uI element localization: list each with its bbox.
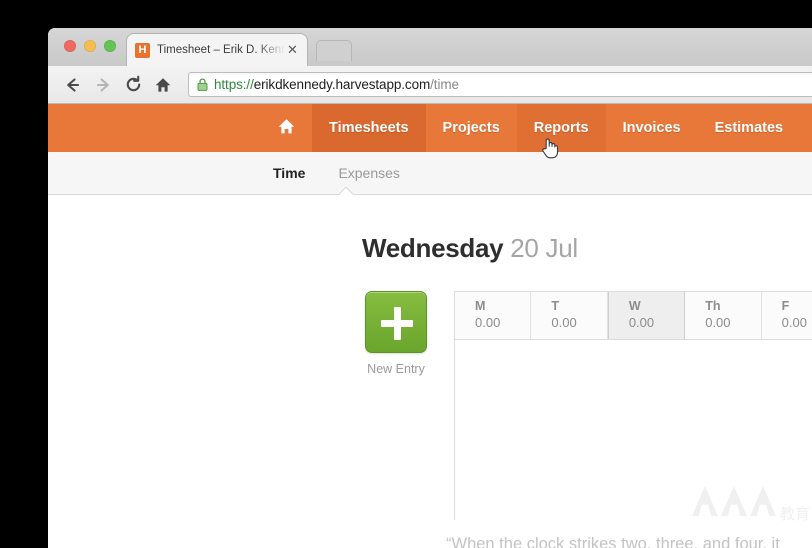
nav-item-timesheets[interactable]: Timesheets bbox=[312, 104, 426, 152]
address-bar[interactable]: https://erikdkennedy.harvestapp.com/time bbox=[188, 72, 812, 97]
day-tab-hours: 0.00 bbox=[629, 314, 684, 331]
url-host: erikdkennedy.harvestapp.com bbox=[254, 77, 430, 92]
url-path: /time bbox=[430, 77, 459, 92]
nav-item-home[interactable] bbox=[261, 104, 312, 152]
day-tab-hours: 0.00 bbox=[705, 314, 760, 331]
browser-tab-title: Timesheet – Erik D. Kenned bbox=[157, 44, 285, 56]
active-tab-caret-icon bbox=[338, 186, 354, 195]
nav-item-label: Projects bbox=[443, 120, 500, 136]
new-entry-block: New Entry bbox=[362, 291, 430, 376]
window-controls bbox=[64, 40, 116, 52]
day-tab-label: Th bbox=[705, 299, 760, 314]
web-page: Timesheets Projects Reports Invoices Est… bbox=[48, 104, 812, 548]
day-tab-hours: 0.00 bbox=[475, 314, 530, 331]
week-timesheet-table: M 0.00 T 0.00 W 0.00 bbox=[454, 291, 812, 520]
page-title-daydate: 20 Jul bbox=[510, 233, 578, 263]
nav-item-label: Estimates bbox=[715, 120, 784, 136]
nav-item-estimates[interactable]: Estimates bbox=[698, 104, 801, 152]
close-tab-icon[interactable]: ✕ bbox=[286, 43, 299, 56]
nav-item-label: Reports bbox=[534, 120, 589, 136]
day-tab-hours: 0.00 bbox=[551, 314, 606, 331]
nav-item-reports[interactable]: Reports bbox=[517, 104, 606, 152]
footer-quote: “When the clock strikes two, three, and … bbox=[446, 535, 780, 548]
day-tab-label: W bbox=[629, 299, 684, 314]
close-window-button[interactable] bbox=[64, 40, 76, 52]
nav-item-projects[interactable]: Projects bbox=[426, 104, 517, 152]
minimize-window-button[interactable] bbox=[84, 40, 96, 52]
timesheet-row: New Entry M 0.00 T 0.00 bbox=[362, 291, 812, 520]
time-entries-area bbox=[455, 340, 812, 520]
secondary-navigation: Time Expenses bbox=[48, 152, 812, 195]
address-bar-url: https://erikdkennedy.harvestapp.com/time bbox=[214, 77, 459, 92]
day-tab-thursday[interactable]: Th 0.00 bbox=[685, 292, 761, 339]
page-title: Wednesday 20 Jul bbox=[362, 233, 812, 264]
timesheet-content: Wednesday 20 Jul New Entry M bbox=[48, 195, 812, 548]
day-tab-hours: 0.00 bbox=[782, 314, 812, 331]
browser-window: H Timesheet – Erik D. Kenned ✕ bbox=[48, 28, 812, 548]
nav-item-label: Timesheets bbox=[329, 120, 409, 136]
new-entry-label: New Entry bbox=[362, 362, 430, 376]
reload-icon[interactable] bbox=[120, 72, 146, 98]
browser-tab-strip: H Timesheet – Erik D. Kenned ✕ bbox=[48, 28, 812, 66]
new-entry-button[interactable] bbox=[365, 291, 427, 353]
tab-expenses[interactable]: Expenses bbox=[338, 165, 399, 181]
tab-time[interactable]: Time bbox=[273, 165, 305, 181]
maximize-window-button[interactable] bbox=[104, 40, 116, 52]
primary-navigation: Timesheets Projects Reports Invoices Est… bbox=[48, 104, 812, 152]
browser-toolbar: https://erikdkennedy.harvestapp.com/time bbox=[48, 66, 812, 104]
harvest-favicon-icon: H bbox=[135, 43, 150, 58]
day-tab-tuesday[interactable]: T 0.00 bbox=[531, 292, 607, 339]
day-tabs: M 0.00 T 0.00 W 0.00 bbox=[455, 292, 812, 340]
desktop-background: H Timesheet – Erik D. Kenned ✕ bbox=[0, 0, 812, 530]
nav-item-invoices[interactable]: Invoices bbox=[606, 104, 698, 152]
home-icon bbox=[277, 117, 296, 140]
back-arrow-icon[interactable] bbox=[60, 72, 86, 98]
new-tab-button[interactable] bbox=[316, 40, 352, 61]
day-tab-label: F bbox=[782, 299, 812, 314]
day-tab-label: M bbox=[475, 299, 530, 314]
day-tab-friday[interactable]: F 0.00 bbox=[762, 292, 812, 339]
lock-icon bbox=[197, 78, 208, 91]
day-tab-label: T bbox=[551, 299, 606, 314]
page-title-dayname: Wednesday bbox=[362, 233, 503, 263]
home-icon[interactable] bbox=[150, 72, 176, 98]
day-tab-monday[interactable]: M 0.00 bbox=[455, 292, 531, 339]
day-tab-wednesday[interactable]: W 0.00 bbox=[608, 292, 685, 339]
forward-arrow-icon bbox=[90, 72, 116, 98]
nav-item-manage[interactable]: Manage bbox=[800, 104, 812, 152]
nav-item-label: Invoices bbox=[623, 120, 681, 136]
browser-tab[interactable]: H Timesheet – Erik D. Kenned ✕ bbox=[126, 33, 308, 66]
url-scheme: https:// bbox=[214, 77, 254, 92]
